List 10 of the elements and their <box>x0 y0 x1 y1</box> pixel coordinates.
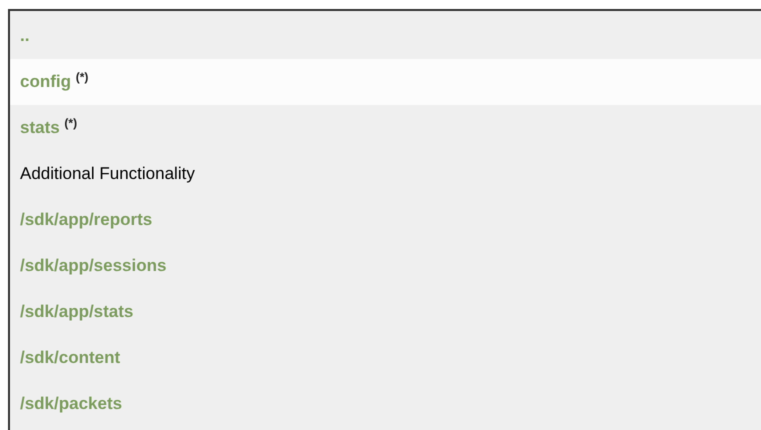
link[interactable]: /sdk/app/reports <box>20 207 152 233</box>
link[interactable]: /sdk/packets <box>20 391 122 417</box>
link[interactable]: stats $^{(*)}$ <box>20 115 78 141</box>
link[interactable]: config $^{(*)}$ <box>20 69 88 95</box>
section-heading: Additional Functionality <box>20 163 195 186</box>
link[interactable]: /sdk/app/sessions <box>20 253 166 279</box>
link[interactable]: .. <box>20 23 30 49</box>
list-row[interactable]: config $^{(*)}$ <box>10 59 761 105</box>
link[interactable]: /sdk/content <box>20 345 120 371</box>
link[interactable]: /sdk/app/stats <box>20 299 134 325</box>
